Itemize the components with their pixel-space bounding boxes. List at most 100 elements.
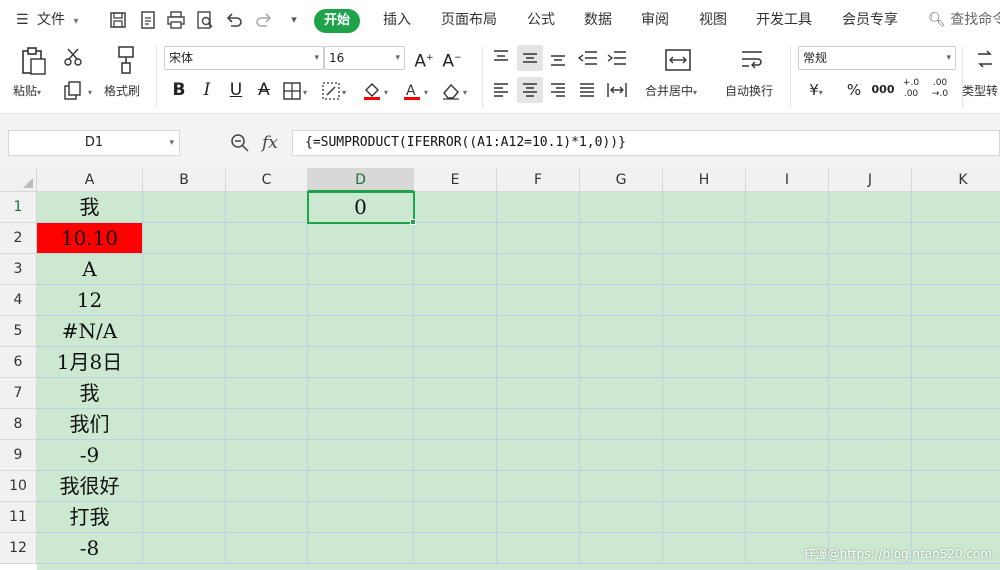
fx-icon[interactable]: fx [262,133,278,153]
column-header-j[interactable]: J [829,168,912,192]
cell-d12[interactable] [308,533,414,564]
column-header-a[interactable]: A [37,168,143,192]
file-menu[interactable]: ☰ 文件 ▾ [16,0,79,40]
cell-a4[interactable]: 12 [37,285,143,316]
column-header-f[interactable]: F [497,168,580,192]
cell-j9[interactable] [829,440,912,471]
column-header-d[interactable]: D [308,168,414,192]
row-header-8[interactable]: 8 [0,409,37,440]
cell-j4[interactable] [829,285,912,316]
cell-a6[interactable]: 1月8日 [37,347,143,378]
row-header-1[interactable]: 1 [0,192,37,223]
cell-c1[interactable] [226,192,308,223]
cell-k11[interactable] [912,502,1000,533]
cell-b7[interactable] [143,378,226,409]
tab-page-layout[interactable]: 页面布局 [441,0,497,40]
wrap-text-label[interactable]: 自动换行 [725,82,773,99]
cell-h5[interactable] [663,316,746,347]
row-header-10[interactable]: 10 [0,471,37,502]
cell-e4[interactable] [414,285,497,316]
cell-i11[interactable] [746,502,829,533]
paste-icon[interactable] [18,46,48,76]
cell-g11[interactable] [580,502,663,533]
cell-i2[interactable] [746,223,829,254]
row-header-12[interactable]: 12 [0,533,37,564]
cell-b9[interactable] [143,440,226,471]
select-all-corner[interactable] [0,168,37,192]
cell-k5[interactable] [912,316,1000,347]
fill-color-dropdown-icon[interactable]: ▾ [384,88,388,97]
cell-e10[interactable] [414,471,497,502]
cell-i9[interactable] [746,440,829,471]
cell-j2[interactable] [829,223,912,254]
cell-i1[interactable] [746,192,829,223]
cell-b3[interactable] [143,254,226,285]
cell-h12[interactable] [663,533,746,564]
cell-e5[interactable] [414,316,497,347]
column-header-k[interactable]: K [912,168,1000,192]
tab-review[interactable]: 审阅 [641,0,669,40]
cell-area[interactable]: 我 0 10.10 A 12 #N/A 1月8日我我们 -9 我很好 打我 -8 [37,191,1000,570]
tab-view[interactable]: 视图 [699,0,727,40]
cell-g5[interactable] [580,316,663,347]
cell-i5[interactable] [746,316,829,347]
row-header-6[interactable]: 6 [0,347,37,378]
cell-e11[interactable] [414,502,497,533]
row-header-2[interactable]: 2 [0,223,37,254]
font-name-select[interactable]: 宋体 ▾ [164,46,324,70]
cell-style-dropdown-icon[interactable]: ▾ [342,88,346,97]
cell-j8[interactable] [829,409,912,440]
cell-i8[interactable] [746,409,829,440]
cell-d2[interactable] [308,223,414,254]
cell-g8[interactable] [580,409,663,440]
cell-f2[interactable] [497,223,580,254]
cell-a8[interactable]: 我们 [37,409,143,440]
cell-a11[interactable]: 打我 [37,502,143,533]
cell-f7[interactable] [497,378,580,409]
justify-icon[interactable] [577,80,597,100]
cell-i3[interactable] [746,254,829,285]
cell-c7[interactable] [226,378,308,409]
cell-i6[interactable] [746,347,829,378]
cell-c11[interactable] [226,502,308,533]
cell-e7[interactable] [414,378,497,409]
cell-h6[interactable] [663,347,746,378]
cell-g12[interactable] [580,533,663,564]
cell-c4[interactable] [226,285,308,316]
cell-g7[interactable] [580,378,663,409]
format-painter-label[interactable]: 格式刷 [104,82,140,99]
cell-style-icon[interactable] [322,82,340,100]
cell-g1[interactable] [580,192,663,223]
cut-icon[interactable] [62,46,84,68]
cell-h3[interactable] [663,254,746,285]
tab-developer[interactable]: 开发工具 [756,0,812,40]
cell-e9[interactable] [414,440,497,471]
cell-f9[interactable] [497,440,580,471]
cell-e6[interactable] [414,347,497,378]
fill-handle[interactable] [410,219,416,225]
cell-d5[interactable] [308,316,414,347]
tab-home[interactable]: 开始 [314,9,361,33]
cell-d1[interactable]: 0 [308,192,414,223]
cell-k1[interactable] [912,192,1000,223]
align-bottom-icon[interactable] [548,48,568,68]
type-convert-icon[interactable] [974,48,996,70]
cell-f8[interactable] [497,409,580,440]
copy-dropdown-icon[interactable]: ▾ [88,88,92,97]
cell-d3[interactable] [308,254,414,285]
cell-b12[interactable] [143,533,226,564]
cell-h4[interactable] [663,285,746,316]
cell-j1[interactable] [829,192,912,223]
print-preview-icon[interactable] [195,10,215,30]
redo-icon[interactable] [254,10,274,30]
underline-icon[interactable]: U [224,78,248,102]
align-middle-icon[interactable] [517,45,543,71]
format-painter-icon[interactable] [113,45,139,75]
tab-insert[interactable]: 插入 [383,0,411,40]
cell-k7[interactable] [912,378,1000,409]
tab-formulas[interactable]: 公式 [527,0,555,40]
clear-format-dropdown-icon[interactable]: ▾ [463,88,467,97]
formula-input[interactable]: {=SUMPRODUCT(IFERROR((A1:A12=10.1)*1,0))… [292,130,1000,156]
cell-j5[interactable] [829,316,912,347]
cell-b2[interactable] [143,223,226,254]
